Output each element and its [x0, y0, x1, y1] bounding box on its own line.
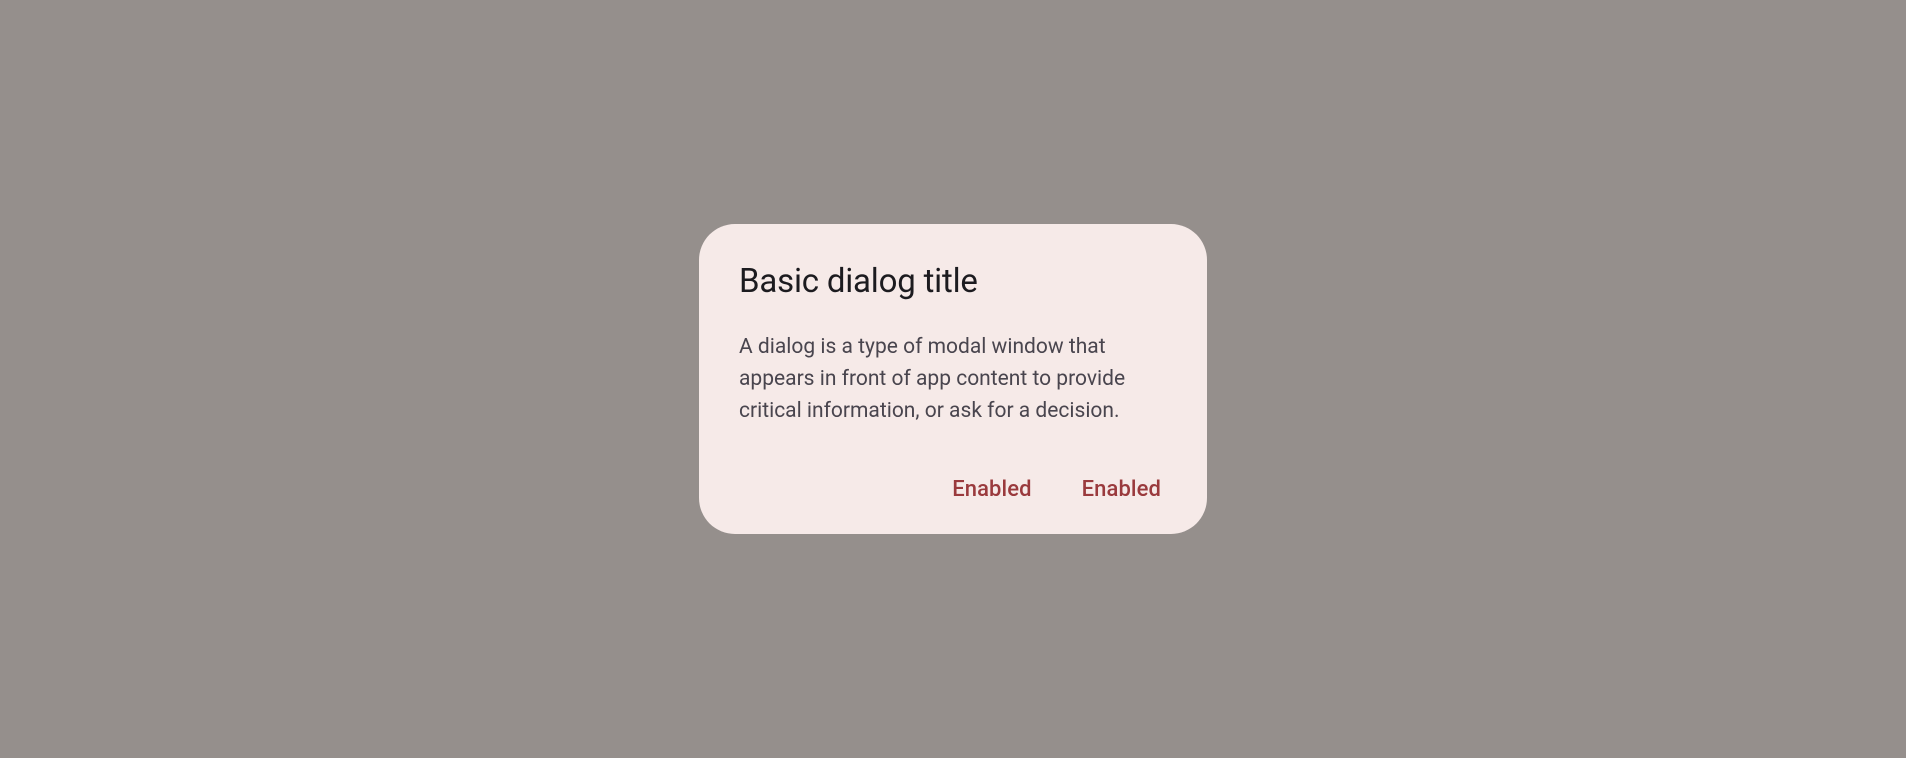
dialog-title: Basic dialog title	[739, 262, 1167, 301]
dialog: Basic dialog title A dialog is a type of…	[699, 224, 1207, 534]
dialog-secondary-button[interactable]: Enabled	[952, 477, 1031, 502]
dialog-actions: Enabled Enabled	[739, 477, 1167, 502]
dialog-body-text: A dialog is a type of modal window that …	[739, 331, 1167, 427]
dialog-primary-button[interactable]: Enabled	[1082, 477, 1161, 502]
